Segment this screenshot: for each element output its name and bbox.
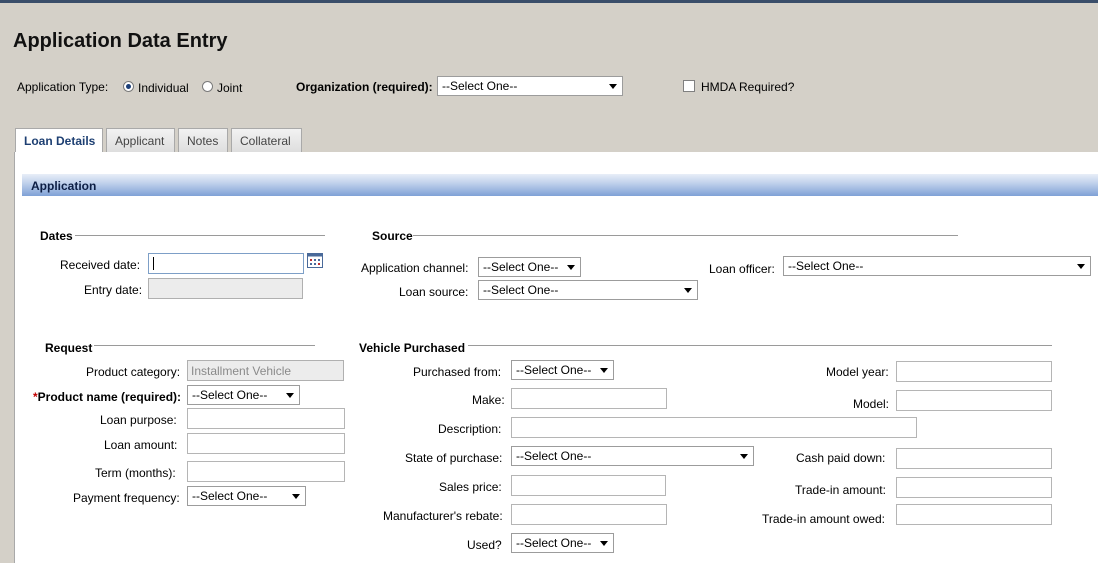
purchased-from-label: Purchased from:	[413, 365, 502, 379]
cash-paid-down-label: Cash paid down:	[796, 451, 886, 465]
top-border	[0, 0, 1098, 3]
loan-officer-value: --Select One--	[788, 259, 864, 273]
make-label: Make:	[472, 393, 505, 407]
loan-purpose-label: Loan purpose:	[100, 413, 177, 427]
payment-frequency-value: --Select One--	[192, 489, 268, 503]
state-of-purchase-label: State of purchase:	[405, 451, 503, 465]
purchased-from-select[interactable]: --Select One--	[511, 360, 614, 380]
used-select[interactable]: --Select One--	[511, 533, 614, 553]
chevron-down-icon	[600, 541, 608, 546]
tab-loan-details[interactable]: Loan Details	[15, 128, 103, 153]
trade-in-amount-input[interactable]	[896, 477, 1052, 498]
state-of-purchase-value: --Select One--	[516, 449, 592, 463]
payment-frequency-select[interactable]: --Select One--	[187, 486, 306, 506]
tab-collateral[interactable]: Collateral	[231, 128, 302, 152]
loan-amount-label: Loan amount:	[104, 438, 178, 452]
used-value: --Select One--	[516, 536, 592, 550]
entry-date-input	[148, 278, 303, 299]
organization-select[interactable]: --Select One--	[437, 76, 623, 96]
loan-source-label: Loan source:	[399, 285, 469, 299]
radio-individual[interactable]	[123, 81, 134, 92]
request-section-title: Request	[45, 341, 93, 355]
hmda-label: HMDA Required?	[701, 80, 795, 94]
entry-date-label: Entry date:	[84, 283, 143, 297]
dates-section-title: Dates	[40, 229, 73, 243]
purchased-from-value: --Select One--	[516, 363, 592, 377]
dates-divider	[75, 235, 325, 236]
loan-officer-label: Loan officer:	[709, 262, 775, 276]
payment-frequency-label: Payment frequency:	[73, 491, 180, 505]
term-months-label: Term (months):	[95, 466, 176, 480]
product-category-value: Installment Vehicle	[191, 364, 292, 378]
source-divider	[413, 235, 958, 236]
chevron-down-icon	[740, 454, 748, 459]
chevron-down-icon	[567, 265, 575, 270]
hmda-checkbox[interactable]	[683, 80, 695, 92]
product-category-label: Product category:	[86, 365, 181, 379]
organization-label: Organization (required):	[296, 80, 433, 94]
product-name-label-text: Product name (required):	[37, 390, 182, 404]
sales-price-input[interactable]	[511, 475, 666, 496]
loan-amount-input[interactable]	[187, 433, 345, 454]
application-channel-value: --Select One--	[483, 260, 559, 274]
model-input[interactable]	[896, 390, 1052, 411]
vehicle-section-title: Vehicle Purchased	[359, 341, 466, 355]
radio-joint[interactable]	[202, 81, 213, 92]
term-months-input[interactable]	[187, 461, 345, 482]
used-label: Used?	[467, 538, 502, 552]
product-name-value: --Select One--	[192, 388, 268, 402]
organization-select-value: --Select One--	[442, 79, 518, 93]
application-section-bar: Application	[22, 174, 1098, 196]
product-name-select[interactable]: --Select One--	[187, 385, 300, 405]
loan-source-select[interactable]: --Select One--	[478, 280, 698, 300]
sales-price-label: Sales price:	[439, 480, 502, 494]
chevron-down-icon	[684, 288, 692, 293]
received-date-input[interactable]	[148, 253, 304, 274]
radio-individual-label[interactable]: Individual	[138, 81, 189, 95]
product-category-input: Installment Vehicle	[187, 360, 344, 381]
chevron-down-icon	[1077, 264, 1085, 269]
cash-paid-down-input[interactable]	[896, 448, 1052, 469]
chevron-down-icon	[292, 494, 300, 499]
application-section-title: Application	[31, 179, 97, 193]
application-channel-label: Application channel:	[361, 261, 469, 275]
product-name-label: *Product name (required):	[33, 390, 181, 404]
loan-officer-select[interactable]: --Select One--	[783, 256, 1091, 276]
description-input[interactable]	[511, 417, 917, 438]
application-type-label: Application Type:	[17, 80, 109, 94]
trade-in-amount-owed-label: Trade-in amount owed:	[762, 512, 885, 526]
vehicle-divider	[468, 345, 1052, 346]
chevron-down-icon	[286, 393, 294, 398]
chevron-down-icon	[600, 368, 608, 373]
description-label: Description:	[438, 422, 502, 436]
chevron-down-icon	[609, 84, 617, 89]
model-label: Model:	[853, 397, 890, 411]
application-channel-select[interactable]: --Select One--	[478, 257, 581, 277]
make-input[interactable]	[511, 388, 667, 409]
page-title: Application Data Entry	[13, 30, 228, 52]
manufacturers-rebate-label: Manufacturer's rebate:	[383, 509, 503, 523]
trade-in-amount-label: Trade-in amount:	[795, 483, 886, 497]
state-of-purchase-select[interactable]: --Select One--	[511, 446, 754, 466]
manufacturers-rebate-input[interactable]	[511, 504, 667, 525]
model-year-label: Model year:	[826, 365, 889, 379]
source-section-title: Source	[372, 229, 413, 243]
trade-in-amount-owed-input[interactable]	[896, 504, 1052, 525]
request-divider	[94, 345, 315, 346]
received-date-label: Received date:	[60, 258, 141, 272]
model-year-input[interactable]	[896, 361, 1052, 382]
tab-notes[interactable]: Notes	[178, 128, 228, 152]
tab-applicant[interactable]: Applicant	[106, 128, 175, 152]
calendar-icon[interactable]	[307, 253, 324, 269]
text-cursor	[153, 257, 154, 270]
loan-purpose-input[interactable]	[187, 408, 345, 429]
radio-joint-label[interactable]: Joint	[217, 81, 242, 95]
loan-source-value: --Select One--	[483, 283, 559, 297]
